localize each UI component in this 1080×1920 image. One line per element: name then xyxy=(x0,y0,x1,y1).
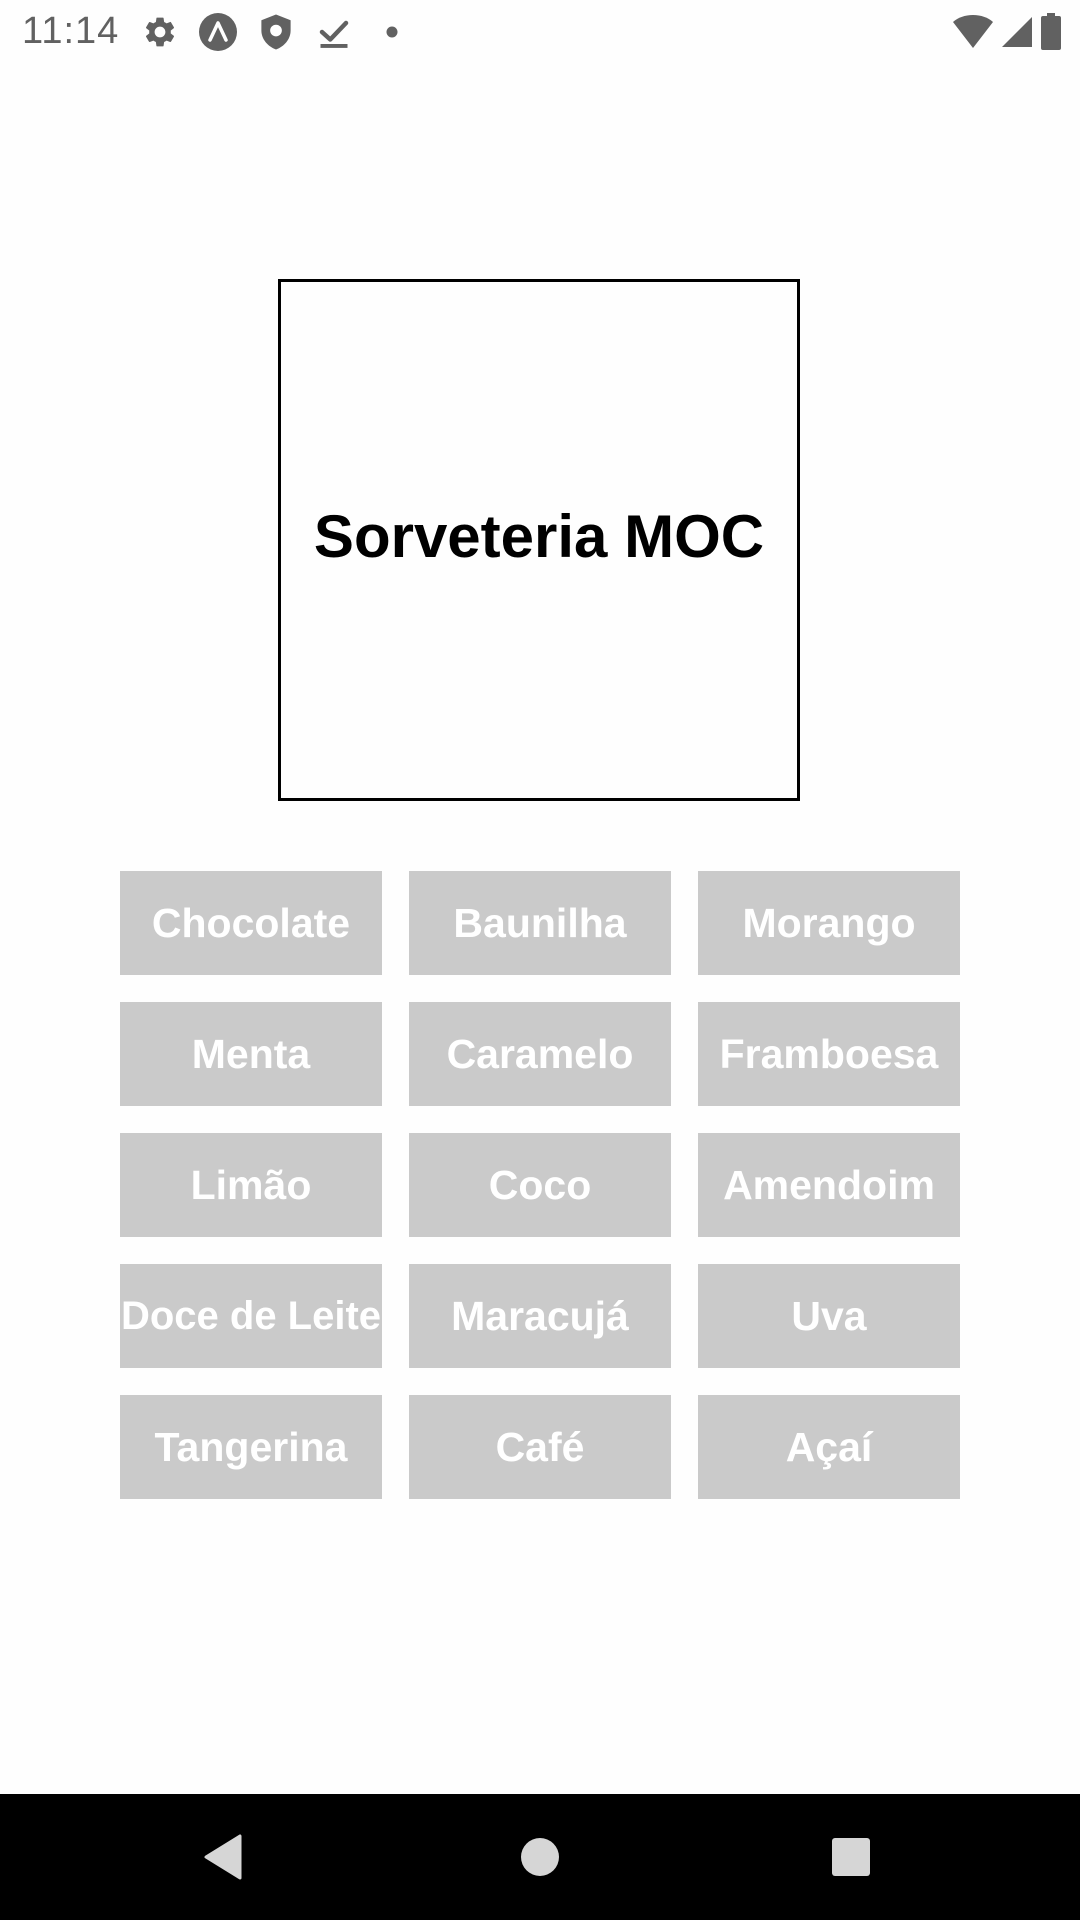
home-button[interactable] xyxy=(507,1824,573,1890)
flavor-button-maracuja[interactable]: Maracujá xyxy=(409,1264,671,1368)
shield-icon xyxy=(256,12,296,52)
flavor-button-baunilha[interactable]: Baunilha xyxy=(409,871,671,975)
flavor-button-tangerina[interactable]: Tangerina xyxy=(120,1395,382,1499)
flavor-button-amendoim[interactable]: Amendoim xyxy=(698,1133,960,1237)
notification-dot-icon xyxy=(372,12,412,52)
flavor-button-acai[interactable]: Açaí xyxy=(698,1395,960,1499)
settings-icon xyxy=(140,12,180,52)
flavor-button-menta[interactable]: Menta xyxy=(120,1002,382,1106)
flavor-button-limao[interactable]: Limão xyxy=(120,1133,382,1237)
status-notification-icons xyxy=(140,12,430,52)
status-bar: 11:14 xyxy=(0,0,1080,62)
status-time: 11:14 xyxy=(22,10,120,52)
flavor-button-cafe[interactable]: Café xyxy=(409,1395,671,1499)
back-icon xyxy=(204,1834,242,1880)
flavor-button-uva[interactable]: Uva xyxy=(698,1264,960,1368)
status-system-icons xyxy=(946,12,1062,52)
flavor-grid: Chocolate Baunilha Morango Menta Caramel… xyxy=(120,871,960,1499)
title-box: Sorveteria MOC xyxy=(278,279,800,801)
flavor-button-doce-de-leite[interactable]: Doce de Leite xyxy=(120,1264,382,1368)
app-title: Sorveteria MOC xyxy=(313,502,765,570)
flavor-button-coco[interactable]: Coco xyxy=(409,1133,671,1237)
home-icon xyxy=(521,1838,559,1876)
wifi-icon xyxy=(952,12,994,52)
flavor-button-framboesa[interactable]: Framboesa xyxy=(698,1002,960,1106)
navigation-bar xyxy=(0,1794,1080,1920)
download-done-icon xyxy=(314,12,354,52)
app-a-icon xyxy=(198,12,238,52)
recents-icon xyxy=(832,1838,870,1876)
battery-icon xyxy=(1040,12,1062,52)
app-screen: 11:14 Sorveteria MOC Chocolate Baunilha … xyxy=(0,0,1080,1920)
flavor-button-caramelo[interactable]: Caramelo xyxy=(409,1002,671,1106)
flavor-button-morango[interactable]: Morango xyxy=(698,871,960,975)
back-button[interactable] xyxy=(192,1824,258,1890)
recents-button[interactable] xyxy=(818,1824,884,1890)
signal-icon xyxy=(1000,12,1034,52)
flavor-button-chocolate[interactable]: Chocolate xyxy=(120,871,382,975)
